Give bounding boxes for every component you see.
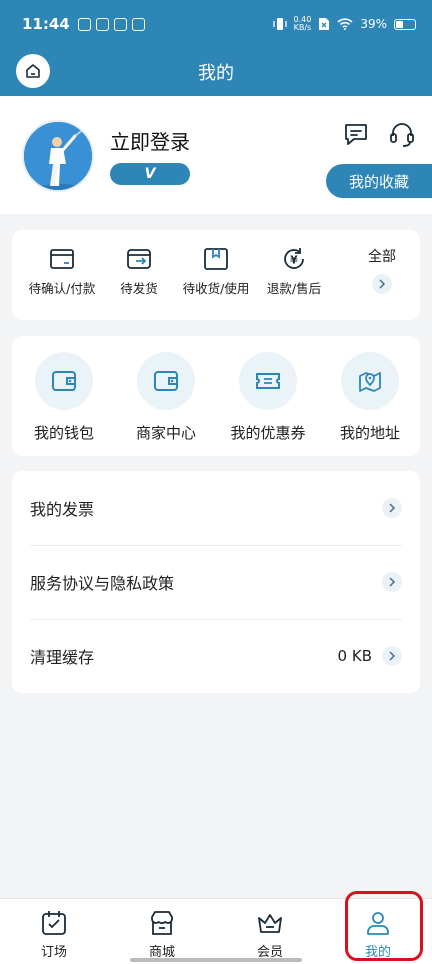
tab-mall[interactable]: 商城 bbox=[122, 909, 202, 960]
svg-text:¥: ¥ bbox=[290, 254, 298, 267]
message-icon[interactable] bbox=[342, 120, 370, 148]
vibrate-icon bbox=[272, 18, 287, 30]
order-pending-shipment[interactable]: 待发货 bbox=[97, 246, 181, 297]
ship-box-icon bbox=[127, 249, 151, 269]
service-merchant[interactable]: 商家中心 bbox=[116, 352, 216, 443]
coupon-icon bbox=[256, 373, 280, 389]
login-label[interactable]: 立即登录 bbox=[110, 126, 190, 155]
map-pin-icon bbox=[359, 372, 381, 392]
sim-icon bbox=[319, 18, 330, 30]
order-pending-payment[interactable]: 待确认/付款 bbox=[20, 246, 104, 297]
wifi-icon bbox=[337, 18, 353, 30]
cache-size: 0 KB bbox=[337, 647, 372, 665]
app-notification-icon bbox=[77, 17, 91, 31]
service-coupons[interactable]: 我的优惠券 bbox=[218, 352, 318, 443]
mail-notification-icon bbox=[131, 17, 145, 31]
service-wallet[interactable]: 我的钱包 bbox=[14, 352, 114, 443]
menu-invoice[interactable]: 我的发票 bbox=[30, 471, 402, 545]
chevron-right-icon bbox=[382, 646, 402, 666]
app-notification-icon bbox=[95, 17, 109, 31]
menu-clear-cache[interactable]: 清理缓存 0 KB bbox=[30, 619, 402, 693]
status-bar: 11:44 0.40 KB/s 39% bbox=[0, 0, 432, 48]
calendar-check-icon bbox=[42, 911, 66, 935]
vip-badge: V bbox=[110, 163, 190, 185]
home-button[interactable] bbox=[16, 54, 50, 88]
network-speed: 0.40 KB/s bbox=[293, 15, 312, 32]
chevron-right-icon bbox=[372, 274, 392, 294]
all-orders-link[interactable]: 全部 bbox=[350, 246, 414, 294]
chevron-right-icon bbox=[382, 572, 402, 592]
golfer-image bbox=[24, 122, 92, 190]
battery-icon bbox=[394, 18, 416, 30]
tab-booking[interactable]: 订场 bbox=[14, 909, 94, 960]
merchant-icon bbox=[154, 371, 178, 391]
status-time: 11:44 bbox=[22, 15, 70, 33]
services-card: 我的钱包 商家中心 我的优惠券 我的地址 bbox=[12, 336, 420, 456]
wallet-icon bbox=[52, 371, 76, 391]
customer-service-icon[interactable] bbox=[388, 120, 416, 148]
store-icon bbox=[151, 911, 173, 935]
crown-icon bbox=[258, 914, 282, 933]
order-pending-receipt[interactable]: 待收货/使用 bbox=[174, 246, 258, 297]
home-icon bbox=[26, 64, 40, 78]
service-address[interactable]: 我的地址 bbox=[320, 352, 420, 443]
battery-percent: 39% bbox=[360, 17, 387, 31]
card-icon bbox=[50, 249, 74, 269]
profile-section: 立即登录 V 我的收藏 bbox=[0, 96, 432, 214]
avatar[interactable] bbox=[22, 120, 94, 192]
order-refund[interactable]: ¥ 退款/售后 bbox=[252, 246, 336, 297]
refund-icon: ¥ bbox=[284, 248, 304, 269]
page-title: 我的 bbox=[198, 63, 234, 84]
orders-card: 待确认/付款 待发货 待收货/使用 ¥ 退款/售后 全部 bbox=[12, 230, 420, 320]
menu-card: 我的发票 服务协议与隐私政策 清理缓存 0 KB bbox=[12, 471, 420, 693]
receive-box-icon bbox=[204, 248, 228, 270]
notification-icons bbox=[77, 17, 145, 31]
tab-membership[interactable]: 会员 bbox=[230, 909, 310, 960]
top-navbar: 我的 bbox=[0, 48, 432, 96]
chevron-right-icon bbox=[382, 498, 402, 518]
app-notification-icon bbox=[113, 17, 127, 31]
highlight-box bbox=[345, 891, 423, 961]
home-indicator bbox=[130, 958, 302, 962]
menu-agreement[interactable]: 服务协议与隐私政策 bbox=[30, 545, 402, 619]
favorites-button[interactable]: 我的收藏 bbox=[326, 164, 432, 198]
